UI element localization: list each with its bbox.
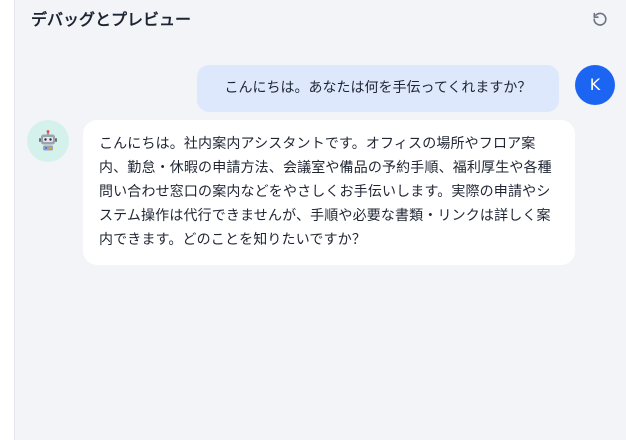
refresh-icon[interactable] xyxy=(590,10,610,30)
panel-header: デバッグとプレビュー xyxy=(31,9,610,31)
robot-icon xyxy=(27,120,69,162)
user-avatar: K xyxy=(575,65,615,105)
user-message-bubble: こんにちは。あなたは何を手伝ってくれますか？ xyxy=(197,65,559,112)
panel-title: デバッグとプレビュー xyxy=(31,10,192,29)
debug-preview-panel: デバッグとプレビュー こんにちは。あなたは何を手伝ってくれますか？ K こんにち… xyxy=(14,0,626,440)
assistant-message-bubble: こんにちは。社内案内アシスタントです。オフィスの場所やフロア案内、勤怠・休暇の申… xyxy=(83,120,575,265)
